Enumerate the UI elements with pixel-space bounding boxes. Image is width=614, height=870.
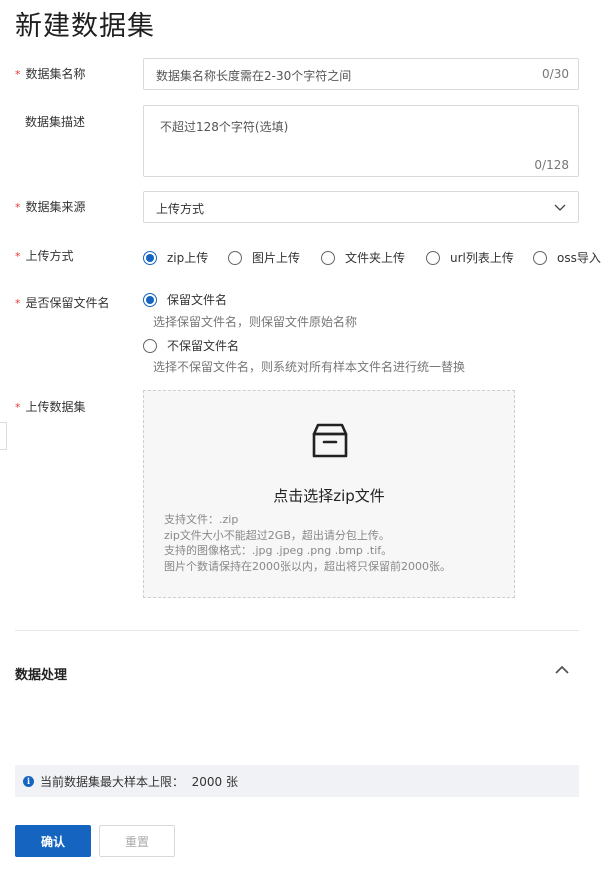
- upload-method-label: * 上传方式: [15, 249, 74, 263]
- required-mark: *: [15, 297, 21, 310]
- upload-dropzone[interactable]: 点击选择zip文件 支持文件：.zip zip文件大小不能超过2GB，超出请分包…: [143, 390, 515, 598]
- create-dataset-page: 新建数据集 * 数据集名称 数据集名称长度需在2-30个字符之间 0/30 数据集…: [0, 0, 614, 870]
- keep-filename-hint: 选择保留文件名，则保留文件原始名称: [153, 315, 358, 329]
- radio-oss-import[interactable]: oss导入: [533, 249, 601, 266]
- upload-dataset-label: * 上传数据集: [15, 400, 86, 414]
- radio-folder-upload[interactable]: 文件夹上传: [321, 249, 405, 266]
- data-processing-title: 数据处理: [15, 668, 68, 683]
- upload-hint-lines: 支持文件：.zip zip文件大小不能超过2GB，超出请分包上传。 支持的图像格…: [164, 513, 451, 573]
- page-title: 新建数据集: [15, 11, 155, 42]
- radio-checked-icon: [143, 250, 157, 265]
- dataset-desc-counter: 0/128: [534, 158, 569, 172]
- chevron-up-icon[interactable]: [554, 664, 570, 676]
- radio-discard-filename[interactable]: 不保留文件名: [143, 337, 239, 354]
- radio-keep-filename[interactable]: 保留文件名: [143, 291, 227, 308]
- dataset-name-input[interactable]: 数据集名称长度需在2-30个字符之间 0/30: [143, 58, 579, 90]
- sample-limit-text: 当前数据集最大样本上限： 2000 张: [40, 774, 238, 789]
- radio-unchecked-icon: [143, 338, 157, 353]
- side-panel-handle[interactable]: [0, 422, 7, 450]
- dataset-source-value: 上传方式: [156, 202, 205, 216]
- dataset-source-label: * 数据集来源: [15, 200, 86, 214]
- radio-image-upload[interactable]: 图片上传: [228, 249, 300, 266]
- confirm-button[interactable]: 确认: [15, 825, 91, 857]
- radio-unchecked-icon: [426, 250, 440, 265]
- dataset-desc-textarea[interactable]: 不超过128个字符(选填) 0/128: [143, 105, 579, 177]
- keep-filename-label: * 是否保留文件名: [15, 296, 110, 310]
- required-mark: *: [15, 401, 21, 414]
- dataset-name-placeholder: 数据集名称长度需在2-30个字符之间: [156, 69, 352, 83]
- required-mark: *: [15, 250, 21, 263]
- section-divider: [15, 630, 579, 631]
- radio-zip-upload[interactable]: zip上传: [143, 249, 208, 266]
- radio-url-list-upload[interactable]: url列表上传: [426, 249, 514, 266]
- dataset-desc-placeholder: 不超过128个字符(选填): [160, 120, 289, 134]
- reset-button[interactable]: 重置: [99, 825, 175, 857]
- required-mark: *: [15, 68, 21, 81]
- dataset-name-counter: 0/30: [542, 67, 569, 81]
- required-mark: *: [15, 201, 21, 214]
- upload-main-text: 点击选择zip文件: [273, 487, 385, 505]
- radio-unchecked-icon: [228, 250, 242, 265]
- dataset-source-select[interactable]: 上传方式: [143, 191, 579, 223]
- radio-unchecked-icon: [533, 250, 547, 265]
- sample-limit-notice: i 当前数据集最大样本上限： 2000 张: [15, 765, 579, 797]
- radio-checked-icon: [143, 292, 157, 307]
- dataset-desc-label: 数据集描述: [25, 115, 86, 129]
- chevron-down-icon: [554, 204, 566, 211]
- radio-unchecked-icon: [321, 250, 335, 265]
- archive-box-icon: [312, 423, 348, 458]
- dataset-name-label: * 数据集名称: [15, 67, 86, 81]
- discard-filename-hint: 选择不保留文件名，则系统对所有样本文件名进行统一替换: [153, 360, 466, 374]
- info-icon: i: [23, 775, 34, 787]
